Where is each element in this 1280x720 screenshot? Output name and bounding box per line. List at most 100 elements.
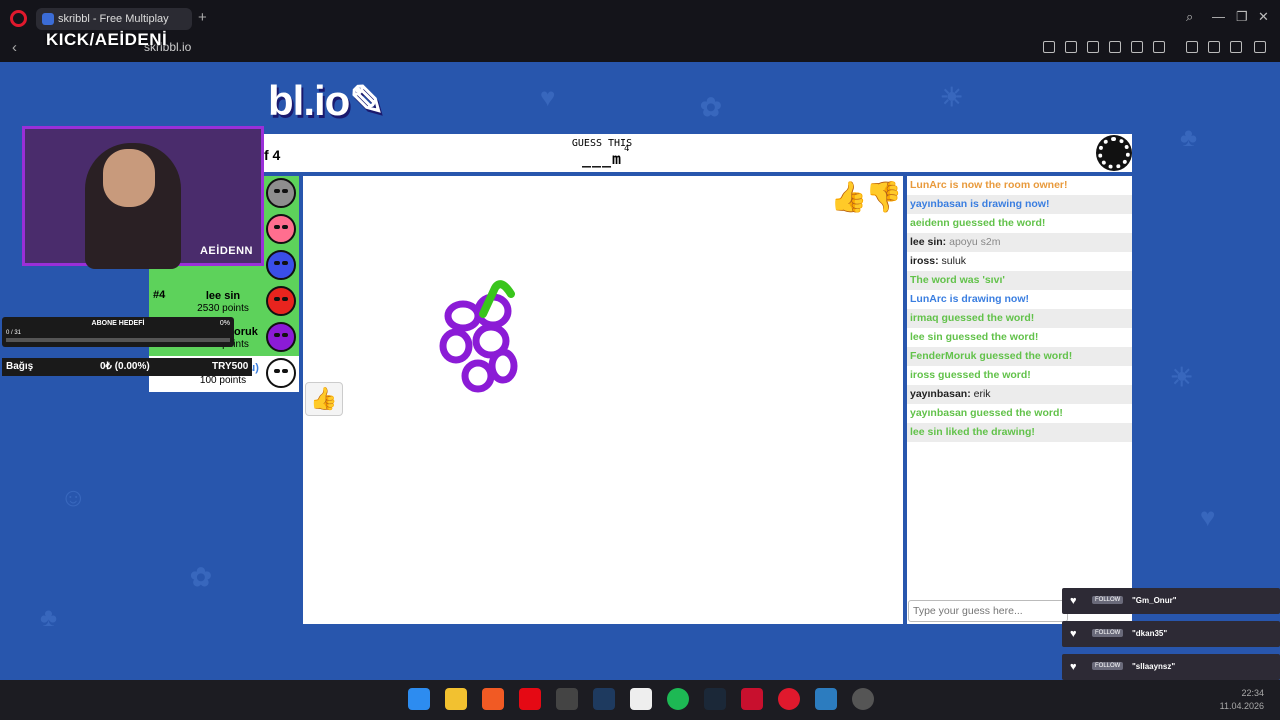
- chat-author: yayınbasan:: [910, 388, 971, 400]
- address-bar: ‹ skribbl.io: [0, 36, 1280, 62]
- chat-message: yayınbasan is drawing now!: [907, 195, 1132, 214]
- doodle-icon: ♥: [1200, 502, 1216, 532]
- letter-count: 4: [624, 144, 630, 154]
- chat-message: The word was 'sıvı': [907, 271, 1132, 290]
- goal-percent: 0%: [219, 320, 230, 327]
- shield-icon[interactable]: [1087, 41, 1099, 53]
- chat-text: yayınbasan guessed the word!: [910, 407, 1063, 419]
- chat-text: lee sin guessed the word!: [910, 331, 1039, 343]
- extensions-icon[interactable]: [1186, 41, 1198, 53]
- brave-icon[interactable]: [482, 688, 504, 710]
- download-icon[interactable]: [1230, 41, 1242, 53]
- back-icon[interactable]: ‹: [12, 39, 17, 56]
- doodle-icon: ☀: [1170, 362, 1194, 392]
- browser-tab[interactable]: skribbl - Free Multiplay: [36, 8, 192, 30]
- steam-icon[interactable]: [704, 688, 726, 710]
- word-hint: ___m: [581, 150, 623, 168]
- chat-message: FenderMoruk guessed the word!: [907, 347, 1132, 366]
- search-icon[interactable]: ⌕: [1186, 9, 1193, 25]
- windows-start-icon[interactable]: [408, 688, 430, 710]
- guess-input[interactable]: [908, 600, 1068, 622]
- chat-message: LunArc is now the room owner!: [907, 176, 1132, 195]
- follower-name: "Gm_Onur": [1132, 596, 1177, 605]
- player-name: lee sin: [205, 290, 241, 302]
- chat-list: LunArc is now the room owner! yayınbasan …: [907, 176, 1132, 442]
- grape-drawing: [439, 293, 518, 393]
- capcut-icon[interactable]: [630, 688, 652, 710]
- opera-taskbar-icon[interactable]: [778, 688, 800, 710]
- close-icon[interactable]: ✕: [1258, 9, 1269, 25]
- chat-message: LunArc is drawing now!: [907, 290, 1132, 309]
- chat-message: iross: suluk: [907, 252, 1132, 271]
- menu-icon[interactable]: [1254, 41, 1266, 53]
- doodle-icon: ☀: [940, 82, 964, 112]
- follower-name: "dkan35": [1132, 629, 1168, 638]
- chat-text: LunArc is now the room owner!: [910, 179, 1068, 191]
- chat-text: apoyu s2m: [949, 236, 1001, 248]
- chat-text: LunArc is drawing now!: [910, 293, 1030, 305]
- chat-panel: LunArc is now the room owner! yayınbasan …: [907, 176, 1132, 624]
- chat-message: aeidenn guessed the word!: [907, 214, 1132, 233]
- lightroom-icon[interactable]: [593, 688, 615, 710]
- dislike-icon[interactable]: 👎: [865, 180, 902, 215]
- window-app-icon[interactable]: [815, 688, 837, 710]
- app-icon[interactable]: [741, 688, 763, 710]
- player-avatar-icon: [266, 322, 296, 352]
- streamer-face: [103, 149, 155, 207]
- obs-icon[interactable]: [852, 688, 874, 710]
- chat-message: irmaq guessed the word!: [907, 309, 1132, 328]
- follow-badge: FOLLOW: [1092, 629, 1124, 637]
- settings-gear-icon[interactable]: [1098, 137, 1130, 169]
- doodle-icon: ☺: [60, 482, 87, 512]
- like-icon[interactable]: 👍: [830, 180, 867, 215]
- chat-text: iross guessed the word!: [910, 369, 1031, 381]
- profile-icon[interactable]: [1208, 41, 1220, 53]
- opera-logo-icon[interactable]: [10, 10, 27, 27]
- snapshot-icon[interactable]: [1065, 41, 1077, 53]
- skribbl-logo: bl.io✎: [268, 77, 385, 124]
- file-explorer-icon[interactable]: [445, 688, 467, 710]
- player-points: 2530 points: [197, 303, 249, 314]
- player-avatar-icon: [266, 214, 296, 244]
- maximize-icon[interactable]: ❐: [1236, 9, 1248, 25]
- donation-bar: Bağış 0₺ (0.00%) TRY500: [2, 358, 252, 376]
- drawing-canvas[interactable]: 👍 👎: [303, 176, 903, 624]
- bookmark-icon[interactable]: [1043, 41, 1055, 53]
- heart-icon: ♥: [1070, 595, 1077, 607]
- stream-title: KICK/AEİDENİ: [46, 30, 168, 49]
- yandex-icon[interactable]: [556, 688, 578, 710]
- doodle-icon: ♣: [1180, 122, 1198, 152]
- minimize-icon[interactable]: —: [1212, 9, 1225, 24]
- translate-icon[interactable]: [1109, 41, 1121, 53]
- chat-text: yayınbasan is drawing now!: [910, 198, 1050, 210]
- netflix-icon[interactable]: [519, 688, 541, 710]
- donate-label: Bağış: [6, 361, 34, 372]
- heart-icon[interactable]: [1153, 41, 1165, 53]
- chat-author: iross:: [910, 255, 939, 267]
- tab-favicon-icon: [42, 13, 54, 25]
- webcam-tag: AEİDENN: [199, 245, 253, 257]
- chat-text: suluk: [941, 255, 967, 267]
- chat-text: FenderMoruk guessed the word!: [910, 350, 1073, 362]
- player-icon[interactable]: [1131, 41, 1143, 53]
- follow-alert: ♥ FOLLOW "sllaaynsz": [1062, 654, 1280, 680]
- drawing-svg: [439, 280, 518, 393]
- taskbar: 22:34 11.04.2026: [0, 680, 1280, 720]
- clock-date: 11.04.2026: [1219, 701, 1264, 711]
- clock-time: 22:34: [1241, 688, 1264, 698]
- player-avatar-icon: [266, 286, 296, 316]
- chat-text: irmaq guessed the word!: [910, 312, 1035, 324]
- chat-message: lee sin: apoyu s2m: [907, 233, 1132, 252]
- chat-message: yayınbasan: erik: [907, 385, 1132, 404]
- spotify-icon[interactable]: [667, 688, 689, 710]
- heart-icon: ♥: [1070, 661, 1077, 673]
- new-tab-icon[interactable]: +: [198, 9, 207, 26]
- chat-message: iross guessed the word!: [907, 366, 1132, 385]
- doodle-icon: ✿: [700, 92, 722, 122]
- doodle-icon: ♣: [40, 602, 58, 632]
- chat-text: The word was 'sıvı': [910, 274, 1005, 286]
- player-avatar-icon: [266, 358, 296, 388]
- heart-icon: ♥: [1070, 628, 1077, 640]
- player-row[interactable]: #4 lee sin 2530 points: [149, 284, 299, 320]
- chat-author: lee sin:: [910, 236, 947, 248]
